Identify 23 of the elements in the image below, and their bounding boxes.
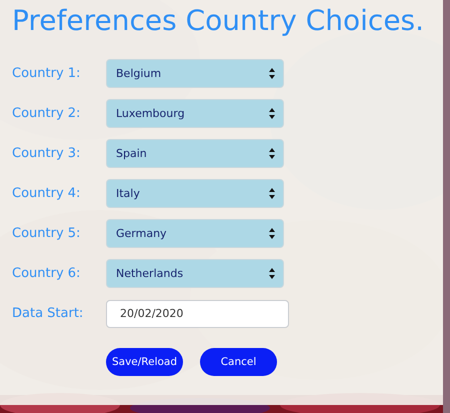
page-title: Preferences Country Choices.: [12, 4, 426, 37]
dropdown-arrows-icon: [269, 108, 275, 119]
field-label: Country 1:: [12, 66, 82, 81]
field-label: Country 6:: [12, 266, 82, 281]
field-label: Country 4:: [12, 186, 82, 201]
country-select[interactable]: Luxembourg: [106, 99, 284, 128]
field-label: Country 2:: [12, 106, 82, 121]
action-button[interactable]: Save/Reload: [106, 348, 183, 376]
date-field[interactable]: 20/02/2020: [106, 300, 289, 328]
dropdown-arrows-icon: [269, 148, 275, 159]
country-select[interactable]: Spain: [106, 139, 284, 168]
dropdown-arrows-icon: [269, 68, 275, 79]
dropdown-arrows-icon: [269, 228, 275, 239]
action-button[interactable]: Cancel: [200, 348, 277, 376]
country-select[interactable]: Netherlands: [106, 259, 284, 288]
field-label: Country 5:: [12, 226, 82, 241]
country-select[interactable]: Germany: [106, 219, 284, 248]
dropdown-arrows-icon: [269, 268, 275, 279]
country-select[interactable]: Belgium: [106, 59, 284, 88]
country-select[interactable]: Italy: [106, 179, 284, 208]
field-label: Country 3:: [12, 146, 82, 161]
dropdown-arrows-icon: [269, 188, 275, 199]
field-label: Data Start:: [12, 306, 84, 321]
